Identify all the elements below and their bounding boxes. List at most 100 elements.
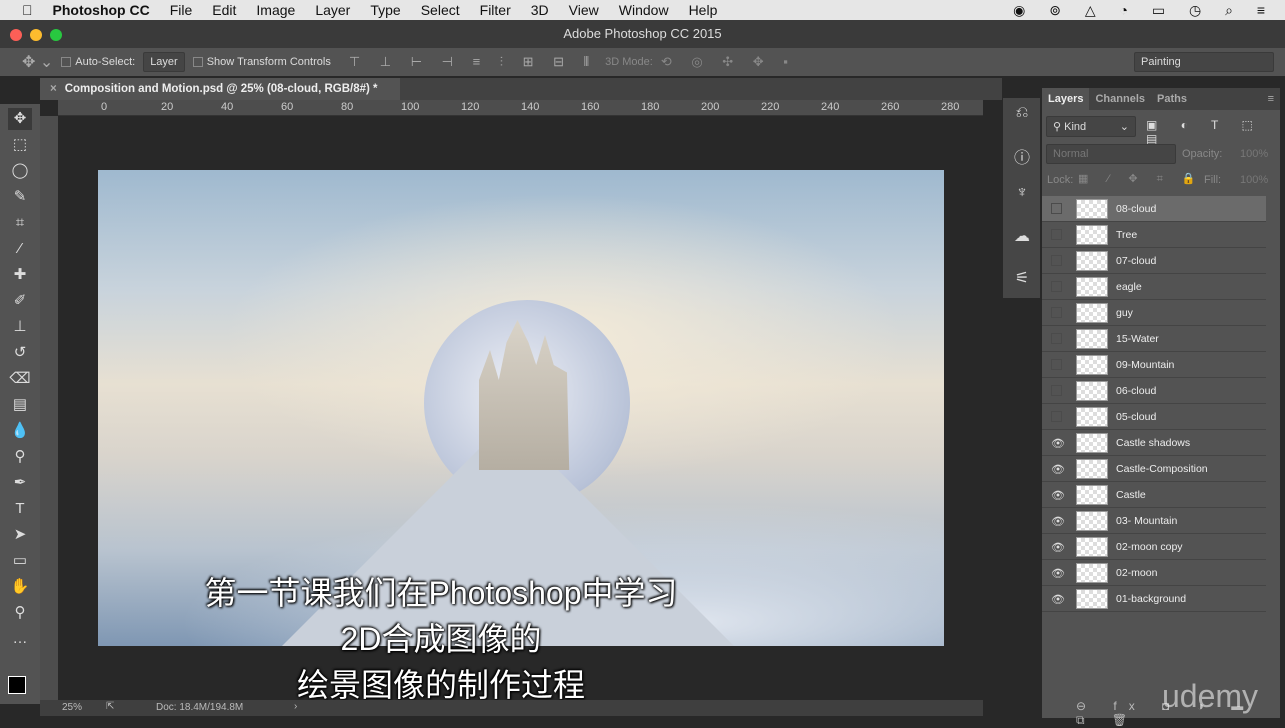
- layer-row[interactable]: guy: [1042, 300, 1266, 326]
- show-transform-checkbox[interactable]: Show Transform Controls: [192, 56, 331, 68]
- visibility-toggle[interactable]: [1051, 333, 1062, 344]
- document-canvas[interactable]: [98, 170, 944, 646]
- layer-filter-dropdown[interactable]: ⚲ Kind ⌄: [1046, 116, 1136, 137]
- tab-paths[interactable]: Paths: [1151, 88, 1193, 110]
- apple-icon[interactable]: : [22, 2, 33, 18]
- eye-icon[interactable]: 👁: [1051, 593, 1065, 606]
- lasso-tool-icon[interactable]: ◯: [8, 160, 32, 182]
- menu-window[interactable]: Window: [619, 2, 669, 18]
- close-tab-icon[interactable]: ×: [50, 83, 57, 95]
- 3d-mode-icons[interactable]: ⟲ ◎ ✣ ✥ ▪: [661, 54, 796, 70]
- visibility-toggle[interactable]: [1051, 281, 1062, 292]
- menu-image[interactable]: Image: [256, 2, 295, 18]
- visibility-toggle[interactable]: [1051, 307, 1062, 318]
- layer-row[interactable]: 08-cloud: [1042, 196, 1266, 222]
- healing-brush-tool-icon[interactable]: ✚: [8, 264, 32, 286]
- gradient-tool-icon[interactable]: ▤: [8, 394, 32, 416]
- pen-tool-icon[interactable]: ✒: [8, 472, 32, 494]
- visibility-toggle[interactable]: [1051, 229, 1062, 240]
- dodge-tool-icon[interactable]: ⚲: [8, 446, 32, 468]
- history-brush-tool-icon[interactable]: ↺: [8, 342, 32, 364]
- menu-type[interactable]: Type: [370, 2, 400, 18]
- stamp-tool-icon[interactable]: ⊥: [8, 316, 32, 338]
- workspace-dropdown[interactable]: Painting: [1134, 52, 1274, 72]
- blur-tool-icon[interactable]: 💧: [8, 420, 32, 442]
- layer-row[interactable]: eagle: [1042, 274, 1266, 300]
- layer-filter-icons[interactable]: ▣ ◐ T ⬚ ▤: [1146, 118, 1280, 146]
- share-icon[interactable]: ⇱: [106, 701, 114, 712]
- panel-menu-icon[interactable]: ≡: [1262, 88, 1280, 110]
- zoom-tool-icon[interactable]: ⚲: [8, 602, 32, 624]
- brush-tool-icon[interactable]: ✐: [8, 290, 32, 312]
- layer-row[interactable]: 05-cloud: [1042, 404, 1266, 430]
- minimize-window-button[interactable]: [30, 29, 42, 41]
- quick-select-tool-icon[interactable]: ✎: [8, 186, 32, 208]
- layer-name: 02-moon: [1116, 567, 1158, 579]
- eraser-tool-icon[interactable]: ⌫: [8, 368, 32, 390]
- marquee-tool-icon[interactable]: ⬚: [8, 134, 32, 156]
- zoom-window-button[interactable]: [50, 29, 62, 41]
- layer-row[interactable]: 07-cloud: [1042, 248, 1266, 274]
- menu-view[interactable]: View: [569, 2, 599, 18]
- lock-icons[interactable]: ▦ ⁄ ✥ ⌗ 🔒: [1078, 172, 1204, 186]
- visibility-toggle[interactable]: [1051, 255, 1062, 266]
- menu-help[interactable]: Help: [689, 2, 718, 18]
- eye-icon[interactable]: 👁: [1051, 489, 1065, 502]
- eye-icon[interactable]: 👁: [1051, 541, 1065, 554]
- path-select-tool-icon[interactable]: ➤: [8, 524, 32, 546]
- status-menu-arrow[interactable]: ›: [294, 701, 297, 712]
- layer-row[interactable]: 👁 01-background: [1042, 586, 1266, 612]
- visibility-toggle[interactable]: [1051, 359, 1062, 370]
- menu-file[interactable]: File: [170, 2, 193, 18]
- more-tools-icon[interactable]: …: [8, 628, 32, 650]
- layer-row[interactable]: 👁 02-moon: [1042, 560, 1266, 586]
- layer-row[interactable]: Tree: [1042, 222, 1266, 248]
- menu-layer[interactable]: Layer: [315, 2, 350, 18]
- eye-icon[interactable]: 👁: [1051, 437, 1065, 450]
- close-window-button[interactable]: [10, 29, 22, 41]
- eye-icon[interactable]: 👁: [1051, 463, 1065, 476]
- document-tab[interactable]: × Composition and Motion.psd @ 25% (08-cl…: [40, 78, 400, 100]
- tab-layers[interactable]: Layers: [1042, 88, 1090, 110]
- opacity-value[interactable]: 100%: [1240, 148, 1268, 160]
- tab-channels[interactable]: Channels: [1089, 88, 1151, 110]
- layer-row[interactable]: 09-Mountain: [1042, 352, 1266, 378]
- libraries-icon[interactable]: ☁: [1011, 226, 1033, 248]
- layer-row[interactable]: 15-Water: [1042, 326, 1266, 352]
- auto-select-checkbox[interactable]: Auto-Select:: [61, 56, 135, 68]
- layer-row[interactable]: 06-cloud: [1042, 378, 1266, 404]
- history-panel-icon[interactable]: ⎌: [1011, 104, 1033, 126]
- layer-row[interactable]: 👁 Castle shadows: [1042, 430, 1266, 456]
- layer-row[interactable]: 👁 Castle-Composition: [1042, 456, 1266, 482]
- zoom-level[interactable]: 25%: [62, 702, 82, 713]
- properties-icon[interactable]: ⚟: [1011, 268, 1033, 290]
- menu-app[interactable]: Photoshop CC: [53, 2, 150, 18]
- align-icons[interactable]: ⊤ ⊥ ⊢ ⊣ ≡ ⫶ ⊞ ⊟ ⫴: [349, 54, 597, 70]
- menu-select[interactable]: Select: [421, 2, 460, 18]
- layer-row[interactable]: 👁 02-moon copy: [1042, 534, 1266, 560]
- visibility-toggle[interactable]: [1051, 203, 1062, 214]
- crop-tool-icon[interactable]: ⌗: [8, 212, 32, 234]
- eye-icon[interactable]: 👁: [1051, 567, 1065, 580]
- eye-icon[interactable]: 👁: [1051, 515, 1065, 528]
- brush-presets-icon[interactable]: ♆: [1011, 184, 1033, 206]
- fill-value[interactable]: 100%: [1240, 174, 1268, 186]
- type-tool-icon[interactable]: T: [8, 498, 32, 520]
- info-panel-icon[interactable]: ⓘ: [1011, 144, 1033, 167]
- auto-select-dropdown[interactable]: Layer: [143, 52, 185, 72]
- menu-edit[interactable]: Edit: [212, 2, 236, 18]
- blend-mode-dropdown[interactable]: Normal: [1046, 144, 1176, 164]
- menu-filter[interactable]: Filter: [480, 2, 511, 18]
- rectangle-tool-icon[interactable]: ▭: [8, 550, 32, 572]
- visibility-toggle[interactable]: [1051, 411, 1062, 422]
- system-tray-icons[interactable]: ◉ ⊚ △ ◔ ▭ ◷ ⌕ ≡: [1013, 2, 1275, 19]
- menu-3d[interactable]: 3D: [531, 2, 549, 18]
- move-tool-icon[interactable]: ✥: [8, 108, 32, 130]
- visibility-toggle[interactable]: [1051, 385, 1062, 396]
- hand-tool-icon[interactable]: ✋: [8, 576, 32, 598]
- layer-row[interactable]: 👁 Castle: [1042, 482, 1266, 508]
- eyedropper-tool-icon[interactable]: ⁄: [8, 238, 32, 260]
- move-tool-preset-icon[interactable]: ✥ ⌄: [22, 52, 53, 72]
- foreground-color-swatch[interactable]: [8, 676, 26, 694]
- layer-row[interactable]: 👁 03- Mountain: [1042, 508, 1266, 534]
